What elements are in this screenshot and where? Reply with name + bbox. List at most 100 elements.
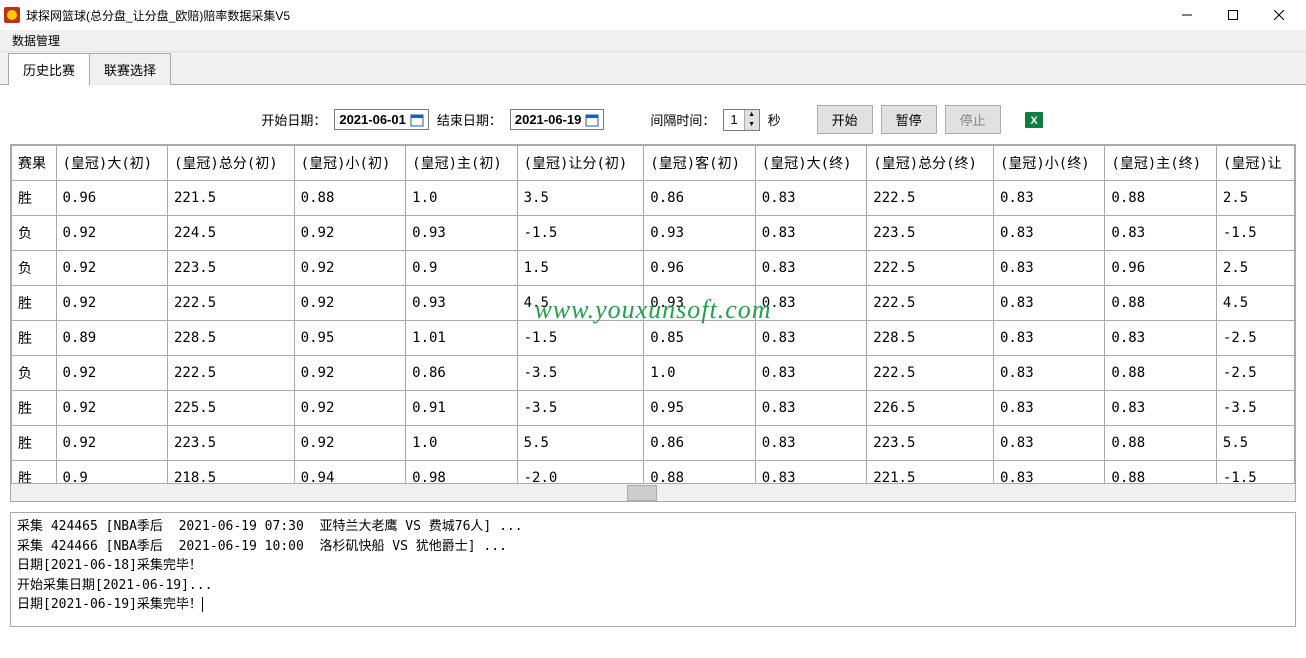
- table-header[interactable]: (皇冠)主(终): [1105, 146, 1216, 181]
- table-row[interactable]: 胜0.9218.50.940.98-2.00.880.83221.50.830.…: [12, 461, 1295, 485]
- table-header[interactable]: (皇冠)主(初): [406, 146, 517, 181]
- table-row[interactable]: 负0.92223.50.920.91.50.960.83222.50.830.9…: [12, 251, 1295, 286]
- tab-league[interactable]: 联赛选择: [89, 53, 171, 85]
- table-cell: 218.5: [167, 461, 294, 485]
- table-row[interactable]: 胜0.92222.50.920.934.50.930.83222.50.830.…: [12, 286, 1295, 321]
- log-text: 采集 424465 [NBA季后 2021-06-19 07:30 亚特兰大老鹰…: [11, 513, 1295, 619]
- log-panel[interactable]: 采集 424465 [NBA季后 2021-06-19 07:30 亚特兰大老鹰…: [10, 512, 1296, 627]
- start-button[interactable]: 开始: [817, 105, 873, 134]
- table-cell: 0.92: [294, 391, 405, 426]
- table-cell: 0.83: [993, 426, 1104, 461]
- table-row[interactable]: 胜0.89228.50.951.01-1.50.850.83228.50.830…: [12, 321, 1295, 356]
- table-header[interactable]: (皇冠)让分(初): [517, 146, 644, 181]
- table-cell: 223.5: [867, 426, 994, 461]
- table-cell: -1.5: [517, 216, 644, 251]
- table-cell: 0.92: [294, 216, 405, 251]
- table-row[interactable]: 胜0.92223.50.921.05.50.860.83223.50.830.8…: [12, 426, 1295, 461]
- table-cell: 222.5: [867, 251, 994, 286]
- data-table: 赛果(皇冠)大(初)(皇冠)总分(初)(皇冠)小(初)(皇冠)主(初)(皇冠)让…: [11, 145, 1295, 484]
- interval-input[interactable]: 1 ▲ ▼: [723, 109, 759, 131]
- end-date-value: 2021-06-19: [515, 112, 582, 127]
- table-cell: 胜: [12, 181, 57, 216]
- table-cell: 5.5: [517, 426, 644, 461]
- menu-data-manage[interactable]: 数据管理: [8, 30, 64, 51]
- table-cell: 0.93: [406, 286, 517, 321]
- table-row[interactable]: 负0.92222.50.920.86-3.51.00.83222.50.830.…: [12, 356, 1295, 391]
- start-date-input[interactable]: 2021-06-01: [334, 109, 429, 130]
- table-header[interactable]: (皇冠)总分(初): [167, 146, 294, 181]
- table-cell: 222.5: [167, 356, 294, 391]
- window-title: 球探网篮球(总分盘_让分盘_欧赔)赔率数据采集V5: [26, 7, 1164, 24]
- export-excel-icon[interactable]: X: [1023, 109, 1045, 131]
- table-cell: 0.83: [993, 181, 1104, 216]
- table-cell: 0.83: [1105, 391, 1216, 426]
- tab-history[interactable]: 历史比赛: [8, 53, 90, 85]
- table-row[interactable]: 胜0.96221.50.881.03.50.860.83222.50.830.8…: [12, 181, 1295, 216]
- table-cell: 2.5: [1216, 181, 1294, 216]
- table-cell: 0.92: [294, 286, 405, 321]
- minimize-button[interactable]: [1164, 0, 1210, 30]
- horizontal-scrollbar[interactable]: [10, 484, 1296, 502]
- table-cell: 4.5: [1216, 286, 1294, 321]
- table-cell: 1.0: [406, 426, 517, 461]
- table-header[interactable]: (皇冠)总分(终): [867, 146, 994, 181]
- table-cell: 0.83: [755, 426, 866, 461]
- table-cell: -3.5: [1216, 391, 1294, 426]
- table-cell: -2.5: [1216, 356, 1294, 391]
- interval-label: 间隔时间：: [650, 110, 715, 129]
- table-cell: 0.91: [406, 391, 517, 426]
- close-button[interactable]: [1256, 0, 1302, 30]
- end-date-input[interactable]: 2021-06-19: [510, 109, 605, 130]
- table-header[interactable]: (皇冠)客(初): [644, 146, 755, 181]
- table-cell: 228.5: [167, 321, 294, 356]
- interval-up[interactable]: ▲: [745, 110, 759, 120]
- pause-button[interactable]: 暂停: [881, 105, 937, 134]
- table-header[interactable]: (皇冠)让: [1216, 146, 1294, 181]
- stop-button[interactable]: 停止: [945, 105, 1001, 134]
- table-header[interactable]: (皇冠)小(初): [294, 146, 405, 181]
- table-cell: 0.92: [56, 356, 167, 391]
- svg-text:X: X: [1030, 115, 1038, 127]
- app-icon: [4, 7, 20, 23]
- table-cell: 0.83: [993, 391, 1104, 426]
- table-header[interactable]: 赛果: [12, 146, 57, 181]
- table-cell: 0.88: [1105, 181, 1216, 216]
- table-cell: 226.5: [867, 391, 994, 426]
- table-cell: 2.5: [1216, 251, 1294, 286]
- table-cell: -3.5: [517, 356, 644, 391]
- maximize-button[interactable]: [1210, 0, 1256, 30]
- table-cell: 0.83: [755, 461, 866, 485]
- calendar-icon: [410, 113, 424, 127]
- table-cell: 0.86: [644, 426, 755, 461]
- table-cell: -2.0: [517, 461, 644, 485]
- table-cell: 0.83: [993, 216, 1104, 251]
- table-cell: 0.89: [56, 321, 167, 356]
- table-cell: 0.83: [993, 356, 1104, 391]
- table-cell: 0.88: [1105, 286, 1216, 321]
- table-cell: 胜: [12, 391, 57, 426]
- interval-down[interactable]: ▼: [745, 120, 759, 130]
- table-cell: 3.5: [517, 181, 644, 216]
- table-header[interactable]: (皇冠)小(终): [993, 146, 1104, 181]
- table-cell: 0.83: [755, 391, 866, 426]
- table-cell: 0.83: [1105, 321, 1216, 356]
- table-row[interactable]: 负0.92224.50.920.93-1.50.930.83223.50.830…: [12, 216, 1295, 251]
- table-cell: 0.86: [644, 181, 755, 216]
- table-cell: 0.92: [56, 391, 167, 426]
- table-cell: 221.5: [167, 181, 294, 216]
- table-cell: 0.92: [56, 426, 167, 461]
- table-header[interactable]: (皇冠)大(初): [56, 146, 167, 181]
- table-cell: 1.01: [406, 321, 517, 356]
- table-header[interactable]: (皇冠)大(终): [755, 146, 866, 181]
- table-cell: 222.5: [867, 356, 994, 391]
- table-cell: -3.5: [517, 391, 644, 426]
- data-table-wrap[interactable]: 赛果(皇冠)大(初)(皇冠)总分(初)(皇冠)小(初)(皇冠)主(初)(皇冠)让…: [10, 144, 1296, 484]
- table-cell: 222.5: [867, 181, 994, 216]
- table-cell: 0.93: [644, 286, 755, 321]
- menubar: 数据管理: [0, 30, 1306, 52]
- table-row[interactable]: 胜0.92225.50.920.91-3.50.950.83226.50.830…: [12, 391, 1295, 426]
- table-cell: 0.96: [56, 181, 167, 216]
- table-cell: 0.88: [1105, 356, 1216, 391]
- interval-value: 1: [724, 110, 743, 129]
- table-cell: 0.9: [56, 461, 167, 485]
